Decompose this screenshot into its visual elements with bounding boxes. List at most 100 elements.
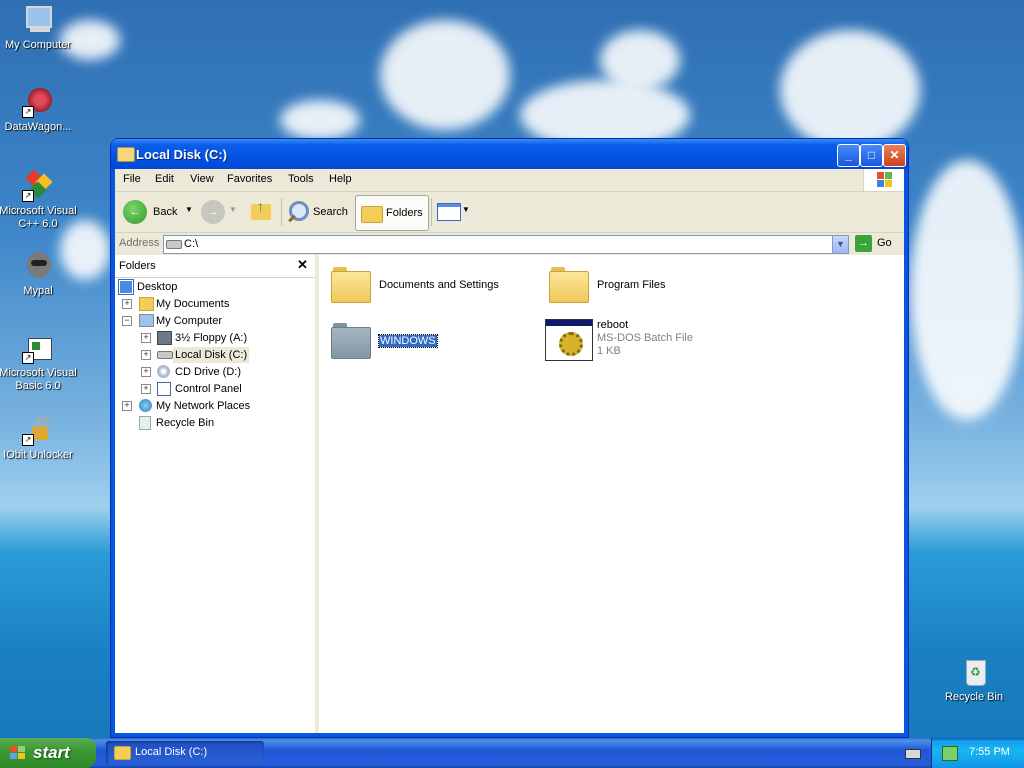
my-documents-icon — [139, 297, 154, 311]
desktop-icon-label: Microsoft Visual C++ 6.0 — [0, 205, 77, 230]
desktop-icon-datawagon[interactable]: ↗ DataWagon... — [0, 86, 78, 134]
file-name: reboot — [597, 319, 629, 331]
expand-icon[interactable]: + — [141, 384, 151, 394]
folder-icon — [114, 746, 131, 760]
menu-help[interactable]: Help — [329, 173, 352, 185]
windows-logo-icon — [10, 746, 26, 760]
network-icon[interactable] — [942, 746, 958, 761]
tree-label: My Network Places — [156, 400, 251, 412]
file-item-program-files[interactable]: Program Files — [545, 263, 745, 307]
back-dropdown-icon: ▼ — [185, 205, 193, 214]
address-dropdown-icon[interactable]: ▼ — [832, 236, 848, 253]
title-bar[interactable]: Local Disk (C:) _ □ ✕ — [111, 139, 908, 169]
taskbar: start Local Disk (C:) 7:55 PM — [0, 738, 1024, 768]
recycle-bin-icon — [139, 416, 151, 430]
back-arrow-icon: ← — [123, 200, 147, 224]
folders-button[interactable]: Folders — [355, 195, 429, 231]
desktop-icon-recycle-bin[interactable]: ♻ Recycle Bin — [934, 656, 1014, 704]
desktop-icon-mypal[interactable]: Mypal — [0, 250, 78, 298]
start-label: start — [33, 743, 70, 762]
tree-label: 3½ Floppy (A:) — [175, 332, 248, 344]
folders-icon — [361, 206, 383, 223]
explorer-window: Local Disk (C:) _ □ ✕ File Edit View Fav… — [111, 139, 908, 737]
desktop-icon-label: My Computer — [4, 39, 72, 51]
desktop-icon-label: Recycle Bin — [944, 691, 1004, 703]
hard-disk-icon — [157, 351, 173, 359]
expand-icon[interactable]: + — [141, 367, 151, 377]
toolbar: ← Back ▼ → ▼ ↑ Search Folders ▼ — [115, 192, 904, 233]
my-computer-icon — [22, 4, 54, 36]
my-computer-icon — [139, 314, 154, 327]
desktop-icon-label: DataWagon... — [4, 121, 72, 133]
file-item-documents-and-settings[interactable]: Documents and Settings — [327, 263, 527, 307]
menu-edit[interactable]: Edit — [155, 173, 174, 185]
desktop-icon-label: IObit Unlocker — [3, 449, 73, 461]
menu-tools[interactable]: Tools — [288, 173, 314, 185]
desktop-icon-visual-basic[interactable]: ↗ Microsoft Visual Basic 6.0 — [0, 332, 78, 393]
folders-label: Folders — [386, 207, 423, 219]
file-size: 1 KB — [597, 345, 621, 357]
file-view: Documents and Settings Program Files WIN… — [319, 255, 904, 733]
maximize-button[interactable]: □ — [860, 144, 883, 167]
menu-favorites[interactable]: Favorites — [227, 173, 272, 185]
collapse-icon[interactable]: − — [122, 316, 132, 326]
tree-label: Desktop — [137, 281, 178, 293]
file-item-windows[interactable]: WINDOWS — [327, 319, 527, 363]
floppy-icon — [157, 331, 172, 345]
desktop-icon-label: Mypal — [23, 285, 53, 297]
views-button[interactable]: ▼ — [435, 198, 471, 226]
desktop-icon-label: Microsoft Visual Basic 6.0 — [0, 367, 77, 392]
up-folder-button[interactable]: ↑ — [247, 198, 277, 226]
menu-file[interactable]: File — [123, 173, 141, 185]
desktop-icon-iobit-unlocker[interactable]: ↗ IObit Unlocker — [0, 414, 78, 462]
minimize-button[interactable]: _ — [837, 144, 860, 167]
menu-bar: File Edit View Favorites Tools Help — [115, 169, 904, 192]
desktop-icon — [119, 280, 133, 294]
folder-icon — [331, 267, 371, 303]
close-pane-icon[interactable]: ✕ — [297, 257, 308, 273]
visual-cpp-icon: ↗ — [22, 169, 54, 202]
datawagon-icon: ↗ — [22, 86, 54, 118]
forward-button[interactable]: → ▼ — [199, 198, 239, 226]
tree-label: Control Panel — [175, 383, 242, 395]
folder-icon — [117, 147, 135, 162]
toolbar-separator — [281, 198, 282, 226]
go-button[interactable]: → Go — [853, 234, 899, 253]
taskbar-item-local-disk[interactable]: Local Disk (C:) — [106, 741, 264, 764]
clock[interactable]: 7:55 PM — [969, 746, 1010, 758]
up-arrow-icon: ↑ — [257, 198, 264, 214]
back-button[interactable]: ← Back ▼ — [121, 198, 193, 226]
file-name: WINDOWS — [378, 334, 438, 348]
forward-dropdown-icon: ▼ — [229, 205, 237, 214]
folders-pane-title: Folders — [119, 260, 156, 272]
tree-label: Recycle Bin — [156, 417, 215, 429]
keyboard-icon[interactable] — [905, 749, 921, 759]
recycle-bin-icon: ♻ — [958, 656, 990, 688]
address-label: Address — [119, 237, 160, 249]
search-button[interactable]: Search — [285, 198, 351, 226]
address-bar: Address C:\ ▼ → Go — [115, 233, 904, 256]
system-tray: 7:55 PM — [931, 738, 1024, 768]
expand-icon[interactable]: + — [141, 333, 151, 343]
control-panel-icon — [157, 382, 171, 396]
file-item-reboot[interactable]: reboot MS-DOS Batch File 1 KB — [541, 317, 741, 363]
forward-arrow-icon: → — [201, 200, 225, 224]
expand-icon[interactable]: + — [122, 299, 132, 309]
expand-icon[interactable]: + — [141, 350, 151, 360]
expand-icon[interactable]: + — [122, 401, 132, 411]
windows-logo-icon — [863, 169, 904, 191]
menu-view[interactable]: View — [190, 173, 214, 185]
toolbar-separator — [431, 198, 432, 226]
tree-label: My Computer — [156, 315, 223, 327]
hard-disk-icon — [166, 240, 182, 249]
tree-label: My Documents — [156, 298, 230, 310]
views-dropdown-icon: ▼ — [462, 205, 470, 214]
address-input[interactable]: C:\ ▼ — [163, 235, 849, 254]
back-label: Back — [153, 206, 178, 218]
file-name: Program Files — [597, 279, 666, 291]
start-button[interactable]: start — [0, 738, 96, 768]
folders-pane: Folders ✕ Desktop + My Documents − My Co… — [115, 255, 319, 733]
desktop-icon-my-computer[interactable]: My Computer — [0, 4, 78, 52]
desktop-icon-visual-cpp[interactable]: ↗ Microsoft Visual C++ 6.0 — [0, 169, 78, 231]
close-button[interactable]: ✕ — [883, 144, 906, 167]
